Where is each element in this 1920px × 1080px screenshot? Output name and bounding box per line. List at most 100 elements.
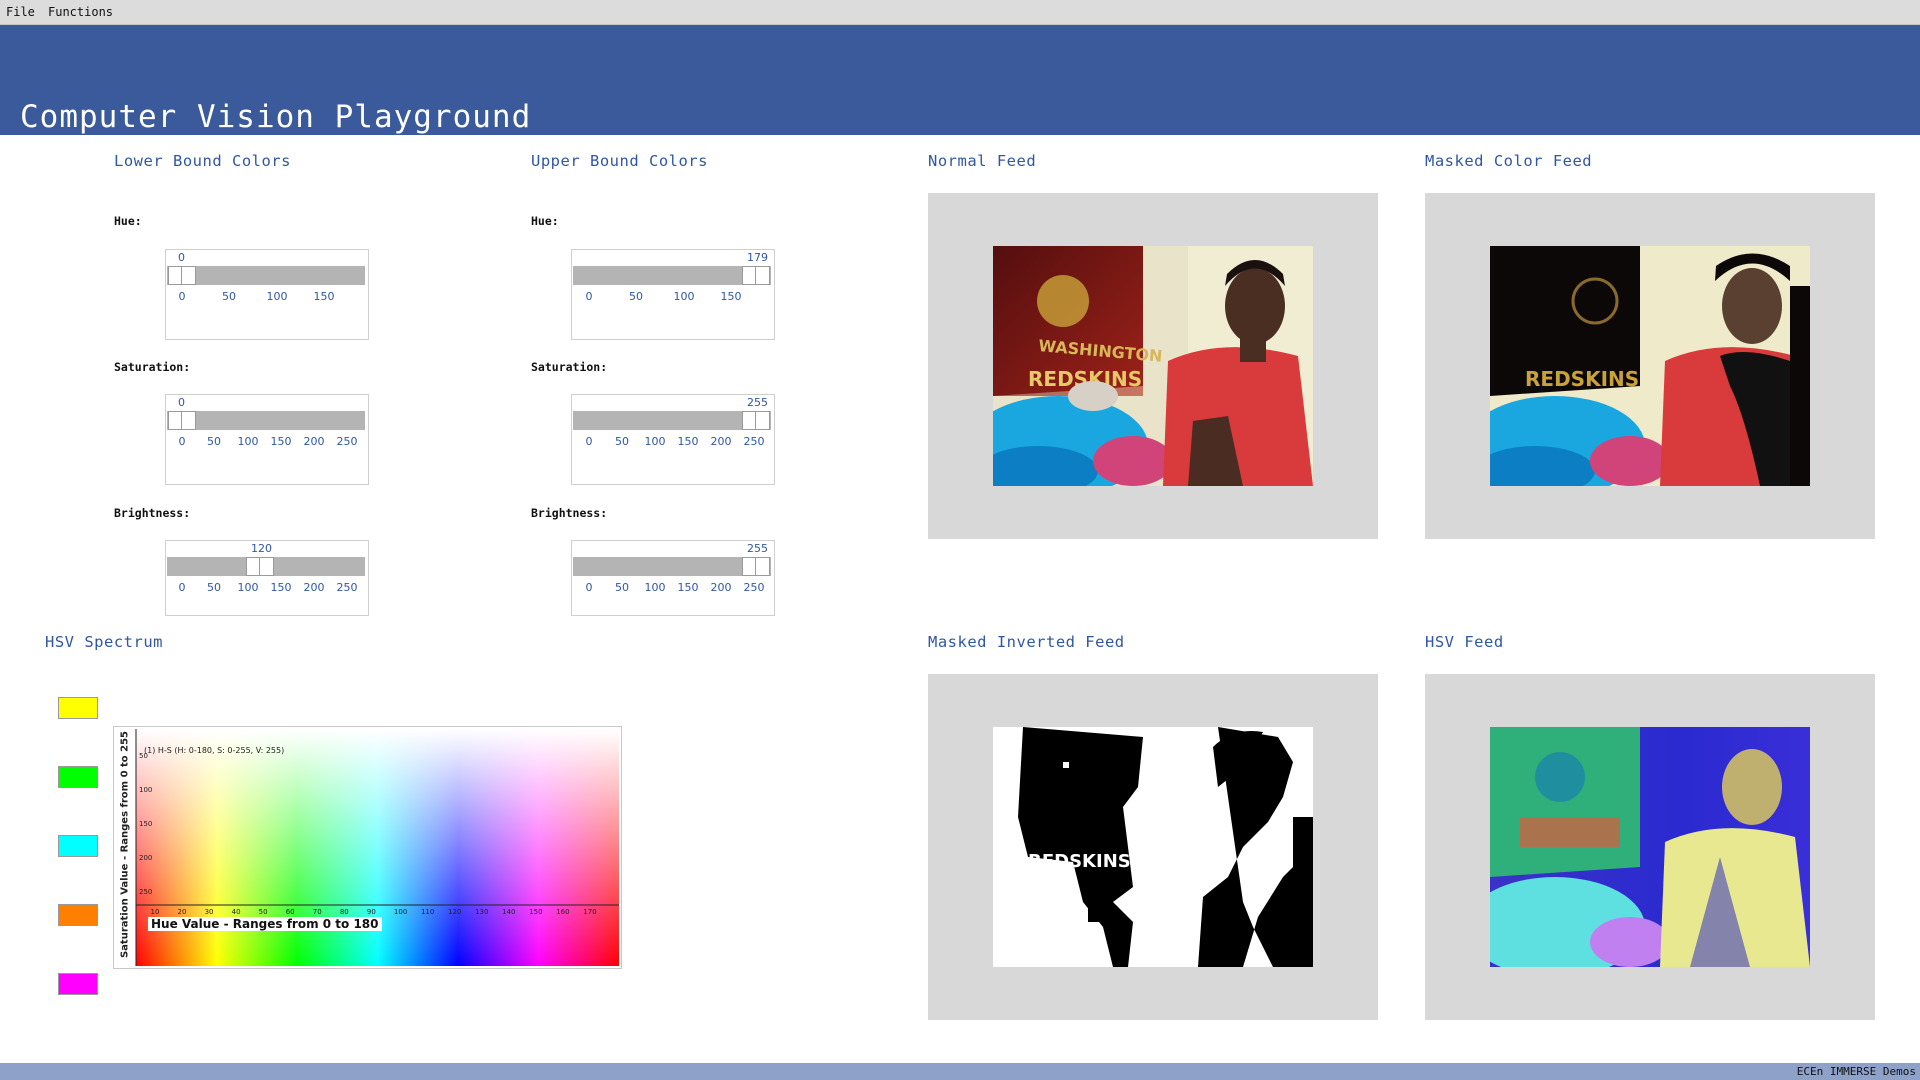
masked-color-feed-title: Masked Color Feed: [1425, 152, 1593, 170]
tick-label: 50: [629, 290, 643, 303]
slider-thumb[interactable]: [168, 266, 196, 285]
tick-label: 200: [303, 581, 325, 594]
tick-label: 250: [336, 581, 358, 594]
x-tick: 170: [583, 908, 597, 916]
tick-label: 0: [585, 581, 593, 594]
upper-saturation-slider[interactable]: 255 0 50 100 150 200 250: [571, 394, 775, 485]
tick-label: 0: [585, 290, 593, 303]
tick-label: 100: [237, 581, 259, 594]
upper-brightness-value: 255: [747, 542, 768, 555]
slider-thumb[interactable]: [742, 266, 770, 285]
upper-hue-value: 179: [747, 251, 768, 264]
x-tick: 10: [150, 908, 160, 916]
yellow-swatch[interactable]: [58, 697, 98, 719]
normal-feed-title: Normal Feed: [928, 152, 1037, 170]
lower-saturation-slider[interactable]: 0 0 50 100 150 200 250: [165, 394, 369, 485]
menu-functions[interactable]: Functions: [48, 5, 113, 19]
y-tick: 250: [139, 888, 153, 896]
cyan-swatch[interactable]: [58, 835, 98, 857]
x-tick: 20: [177, 908, 187, 916]
x-axis-label: Hue Value - Ranges from 0 to 180: [148, 917, 382, 931]
tick-label: 250: [336, 435, 358, 448]
y-axis-label: Saturation Value - Ranges from 0 to 255: [119, 730, 131, 959]
tick-label: 100: [237, 435, 259, 448]
y-tick: 150: [139, 820, 153, 828]
green-swatch[interactable]: [58, 766, 98, 788]
svg-text:REDSKINS: REDSKINS: [1525, 367, 1639, 391]
masked-inverted-feed-panel: REDSKINS: [928, 674, 1378, 1020]
x-tick: 30: [204, 908, 214, 916]
slider-thumb[interactable]: [168, 411, 196, 430]
upper-hue-slider[interactable]: 179 0 50 100 150: [571, 249, 775, 340]
tick-label: 200: [303, 435, 325, 448]
tick-label: 150: [720, 290, 742, 303]
tick-label: 150: [313, 290, 335, 303]
lower-hue-slider[interactable]: 0 0 50 100 150: [165, 249, 369, 340]
upper-brightness-slider[interactable]: 255 0 50 100 150 200 250: [571, 540, 775, 616]
status-bar: ECEn IMMERSE Demos: [0, 1063, 1920, 1080]
x-tick: 40: [231, 908, 241, 916]
hsv-feed-panel: [1425, 674, 1875, 1020]
x-tick: 120: [448, 908, 462, 916]
slider-track[interactable]: [167, 266, 365, 285]
tick-label: 50: [615, 581, 629, 594]
x-tick: 160: [556, 908, 570, 916]
tick-label: 100: [673, 290, 695, 303]
tick-label: 50: [222, 290, 236, 303]
tick-label: 200: [710, 581, 732, 594]
tick-label: 50: [207, 435, 221, 448]
masked-inverted-feed-image: REDSKINS: [993, 727, 1313, 967]
lower-saturation-label: Saturation:: [114, 360, 191, 374]
tick-label: 100: [266, 290, 288, 303]
x-tick-row: 10 20 30 40 50 60 70 80 90 100 110 120 1…: [136, 908, 619, 918]
tick-label: 150: [677, 581, 699, 594]
tick-label: 0: [178, 581, 186, 594]
y-tick: 50: [139, 752, 148, 760]
tick-label: 0: [178, 435, 186, 448]
x-tick: 60: [285, 908, 295, 916]
lower-saturation-value: 0: [178, 396, 185, 409]
x-tick: 80: [339, 908, 349, 916]
x-tick: 110: [420, 908, 435, 916]
tick-label: 250: [743, 581, 765, 594]
slider-thumb[interactable]: [246, 557, 274, 576]
hsv-feed-image: [1490, 727, 1810, 967]
masked-color-feed-image: REDSKINS: [1490, 246, 1810, 486]
upper-saturation-label: Saturation:: [531, 360, 608, 374]
upper-saturation-value: 255: [747, 396, 768, 409]
lower-brightness-label: Brightness:: [114, 506, 191, 520]
lower-brightness-value: 120: [251, 542, 272, 555]
slider-thumb[interactable]: [742, 411, 770, 430]
lower-bound-title: Lower Bound Colors: [114, 152, 291, 170]
tick-label: 250: [743, 435, 765, 448]
upper-bound-title: Upper Bound Colors: [531, 152, 708, 170]
x-tick: 140: [502, 908, 516, 916]
upper-hue-label: Hue:: [531, 214, 559, 228]
slider-track[interactable]: [167, 411, 365, 430]
masked-inverted-feed-title: Masked Inverted Feed: [928, 633, 1125, 651]
lower-hue-label: Hue:: [114, 214, 142, 228]
tick-label: 50: [207, 581, 221, 594]
tick-label: 50: [615, 435, 629, 448]
x-tick: 70: [312, 908, 322, 916]
slider-thumb[interactable]: [742, 557, 770, 576]
x-tick: 50: [258, 908, 268, 916]
footer-text: ECEn IMMERSE Demos: [1796, 1065, 1916, 1078]
chart-caption: (1) H-S (H: 0-180, S: 0-255, V: 255): [144, 746, 285, 755]
tick-label: 100: [644, 435, 666, 448]
tick-label: 100: [644, 581, 666, 594]
x-tick: 130: [475, 908, 489, 916]
app-title: Computer Vision Playground: [20, 99, 532, 135]
y-tick: 100: [139, 786, 153, 794]
magenta-swatch[interactable]: [58, 973, 98, 995]
svg-text:REDSKINS: REDSKINS: [1028, 851, 1131, 872]
normal-feed-image: WASHINGTON REDSKINS: [993, 246, 1313, 486]
normal-feed-panel: WASHINGTON REDSKINS: [928, 193, 1378, 539]
y-tick: 200: [139, 854, 153, 862]
orange-swatch[interactable]: [58, 904, 98, 926]
hsv-spectrum-title: HSV Spectrum: [45, 633, 163, 651]
upper-brightness-label: Brightness:: [531, 506, 608, 520]
lower-brightness-slider[interactable]: 120 0 50 100 150 200 250: [165, 540, 369, 616]
menu-file[interactable]: File: [6, 5, 35, 19]
x-tick: 150: [529, 908, 543, 916]
